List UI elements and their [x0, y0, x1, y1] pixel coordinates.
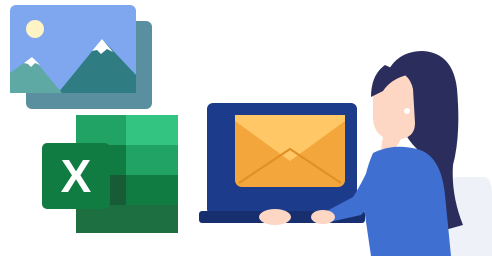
- excel-icon: X: [40, 113, 180, 235]
- excel-sheet-bottom: [76, 205, 178, 233]
- sun-icon: [26, 20, 44, 38]
- hand-left: [259, 209, 291, 225]
- excel-sheet-top-right: [126, 115, 178, 145]
- woman-with-laptop-illustration: [195, 45, 492, 256]
- envelope-icon: [235, 115, 345, 187]
- excel-letter: X: [61, 150, 92, 202]
- image-icon: [10, 5, 154, 111]
- excel-sheet-top-left: [76, 115, 126, 145]
- excel-sheet-low-right: [126, 175, 178, 205]
- excel-sheet-mid-right: [126, 145, 178, 175]
- hand-right: [311, 210, 335, 224]
- earring: [404, 108, 410, 114]
